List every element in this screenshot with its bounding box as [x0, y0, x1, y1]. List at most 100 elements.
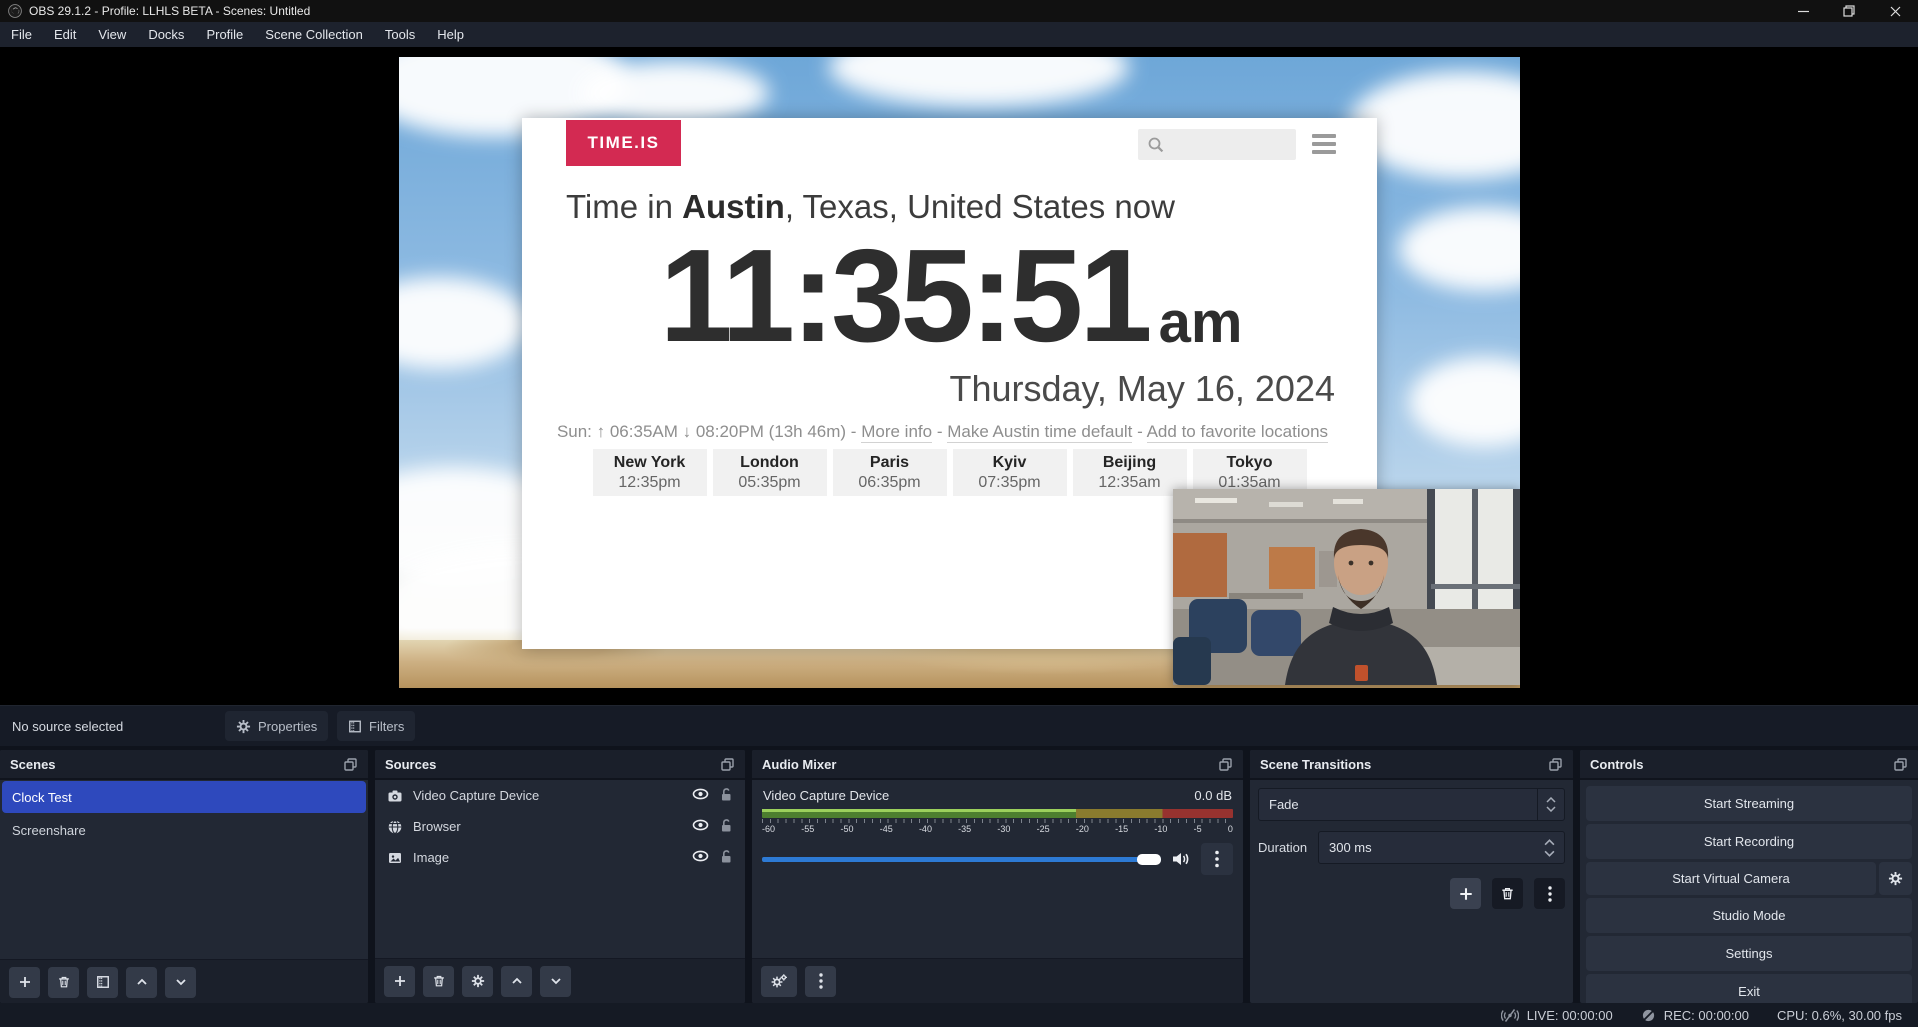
world-clock: New York12:35pm: [593, 449, 707, 496]
advanced-audio-button[interactable]: [761, 966, 797, 997]
properties-button[interactable]: Properties: [225, 711, 328, 741]
more-info-link: More info: [861, 422, 932, 443]
close-button[interactable]: [1872, 0, 1918, 22]
remove-transition-button[interactable]: [1492, 878, 1523, 909]
mixer-channel-menu-button[interactable]: [1201, 843, 1233, 875]
start-virtual-camera-button[interactable]: Start Virtual Camera: [1586, 862, 1876, 895]
plus-icon: [393, 974, 407, 988]
popout-icon[interactable]: [343, 757, 358, 772]
sources-list: Video Capture Device Browser Image: [375, 780, 745, 1003]
menu-scene-collection[interactable]: Scene Collection: [254, 22, 374, 47]
exit-button[interactable]: Exit: [1586, 974, 1912, 1003]
popout-icon[interactable]: [1218, 757, 1233, 772]
preview-canvas[interactable]: TIME.IS Time in Austin, Texas, United St…: [399, 57, 1520, 688]
add-source-button[interactable]: [384, 966, 415, 997]
popout-icon[interactable]: [720, 757, 735, 772]
menu-bar: File Edit View Docks Profile Scene Colle…: [0, 22, 1918, 47]
sources-panel-header: Sources: [375, 750, 745, 780]
start-recording-button[interactable]: Start Recording: [1586, 824, 1912, 859]
webcam-overlay-source[interactable]: [1173, 489, 1520, 685]
gear-icon: [471, 974, 485, 988]
filter-icon: [96, 975, 110, 989]
duration-input[interactable]: 300 ms: [1318, 831, 1565, 864]
controls-header: Controls: [1580, 750, 1918, 780]
virtual-camera-settings-button[interactable]: [1879, 862, 1912, 895]
timeis-clock-meridiem: am: [1159, 294, 1243, 352]
close-icon: [1890, 6, 1901, 17]
scene-transitions-body: Fade Duration 300 ms: [1250, 780, 1573, 1003]
source-visibility-toggle[interactable]: [692, 818, 709, 835]
speaker-icon[interactable]: [1171, 850, 1191, 868]
menu-file[interactable]: File: [0, 22, 43, 47]
menu-docks[interactable]: Docks: [137, 22, 195, 47]
timeis-clock: 11:35:51 am: [580, 210, 1322, 356]
rec-status-icon: [1641, 1008, 1656, 1023]
popout-icon[interactable]: [1893, 757, 1908, 772]
volume-slider-handle[interactable]: [1137, 854, 1161, 865]
remove-scene-button[interactable]: [48, 967, 79, 998]
popout-icon[interactable]: [1548, 757, 1563, 772]
add-transition-button[interactable]: [1450, 878, 1481, 909]
trash-icon: [57, 975, 71, 989]
chevron-down-icon[interactable]: [1544, 850, 1555, 857]
chevron-up-icon[interactable]: [1544, 839, 1555, 846]
transition-buttons: [1450, 878, 1565, 909]
controls-panel: Controls Start Streaming Start Recording…: [1580, 750, 1918, 1003]
cloud: [579, 61, 769, 125]
mixer-channel-name: Video Capture Device: [763, 788, 889, 803]
source-visibility-toggle[interactable]: [692, 787, 709, 804]
settings-button[interactable]: Settings: [1586, 936, 1912, 971]
gear-icon: [236, 719, 251, 734]
scene-filters-button[interactable]: [87, 967, 118, 998]
studio-mode-button[interactable]: Studio Mode: [1586, 898, 1912, 933]
transition-properties-button[interactable]: [1534, 878, 1565, 909]
source-lock-toggle[interactable]: [719, 849, 733, 867]
scenes-panel: Scenes Clock Test Screenshare: [0, 750, 368, 1003]
add-scene-button[interactable]: [9, 967, 40, 998]
timeis-sun-line: Sun: ↑ 06:35AM ↓ 08:20PM (13h 46m) - Mor…: [522, 422, 1363, 442]
audio-mixer-header: Audio Mixer: [752, 750, 1243, 780]
mixer-channel-header: Video Capture Device 0.0 dB: [762, 786, 1233, 809]
menu-profile[interactable]: Profile: [195, 22, 254, 47]
source-visibility-toggle[interactable]: [692, 849, 709, 866]
remove-source-button[interactable]: [423, 966, 454, 997]
start-streaming-button[interactable]: Start Streaming: [1586, 786, 1912, 821]
menu-view[interactable]: View: [87, 22, 137, 47]
gear-icon: [1888, 871, 1903, 886]
move-scene-up-button[interactable]: [126, 967, 157, 998]
cloud: [1399, 207, 1520, 291]
live-status-icon: [1501, 1008, 1519, 1023]
scene-item-screenshare[interactable]: Screenshare: [2, 814, 366, 846]
volume-slider[interactable]: [762, 857, 1161, 862]
meter-tick-marks: [762, 819, 1233, 823]
menu-help[interactable]: Help: [426, 22, 475, 47]
source-item-video-capture[interactable]: Video Capture Device: [377, 780, 743, 811]
move-source-up-button[interactable]: [501, 966, 532, 997]
move-source-down-button[interactable]: [540, 966, 571, 997]
live-status: LIVE: 00:00:00: [1501, 1008, 1613, 1023]
menu-tools[interactable]: Tools: [374, 22, 426, 47]
context-message: No source selected: [12, 706, 123, 746]
mixer-menu-button[interactable]: [805, 966, 836, 997]
move-scene-down-button[interactable]: [165, 967, 196, 998]
scenes-list: Clock Test Screenshare: [0, 781, 368, 1003]
source-lock-toggle[interactable]: [719, 818, 733, 836]
source-lock-toggle[interactable]: [719, 787, 733, 805]
maximize-button[interactable]: [1826, 0, 1872, 22]
transition-select[interactable]: Fade: [1258, 788, 1565, 821]
chevron-up-icon: [135, 975, 149, 989]
source-item-browser[interactable]: Browser: [377, 811, 743, 842]
scene-item-clock-test[interactable]: Clock Test: [2, 781, 366, 813]
minimize-button[interactable]: [1780, 0, 1826, 22]
source-properties-button[interactable]: [462, 966, 493, 997]
hamburger-menu-icon: [1312, 134, 1336, 154]
minimize-icon: [1798, 6, 1809, 17]
sources-toolbar: [375, 958, 745, 1003]
filters-button[interactable]: Filters: [337, 711, 415, 741]
menu-edit[interactable]: Edit: [43, 22, 87, 47]
image-icon: [387, 850, 403, 866]
source-item-image[interactable]: Image: [377, 842, 743, 873]
world-clock: Kyiv07:35pm: [953, 449, 1067, 496]
scene-transitions-header: Scene Transitions: [1250, 750, 1573, 780]
cloud: [1409, 357, 1520, 447]
